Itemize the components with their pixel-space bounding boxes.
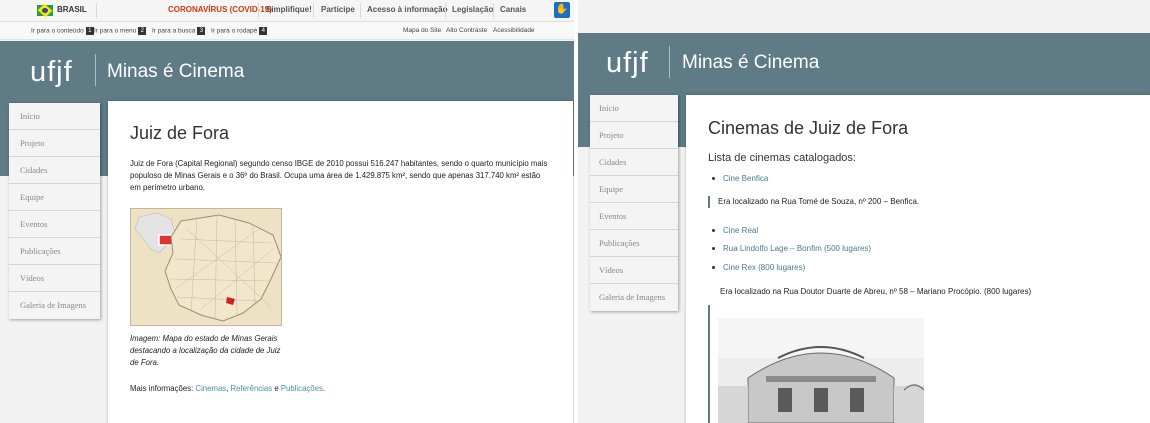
list-item[interactable]: Cine Real [712, 226, 758, 235]
right-screenshot: ufjf Minas é Cinema Início Projeto Cidad… [578, 0, 1150, 423]
cinema-photo [718, 318, 924, 423]
nav-item-publicacoes[interactable]: Publicações [590, 230, 678, 257]
ufjf-logo[interactable]: ufjf [606, 47, 649, 80]
page-subtitle: Lista de cinemas catalogados: [708, 152, 856, 164]
quote-border [708, 305, 710, 423]
page-title: Cinemas de Juiz de Fora [708, 118, 909, 138]
nav-item-videos[interactable]: Vídeos [9, 265, 100, 292]
accessibility-bar: Ir para o conteúdo 1 Ir para o menu 2 Ir p… [0, 22, 574, 40]
skip-menu-link[interactable]: Ir para o menu 2 [94, 27, 147, 35]
nav-item-eventos[interactable]: Eventos [590, 203, 678, 230]
ufjf-logo[interactable]: ufjf [30, 56, 73, 89]
nav-item-videos[interactable]: Vídeos [590, 257, 678, 284]
vlibras-icon[interactable]: ✋ [554, 2, 570, 18]
map-graphic [131, 209, 281, 325]
cinemas-link[interactable]: Cinemas [195, 384, 226, 393]
site-title[interactable]: Minas é Cinema [682, 52, 819, 74]
blockquote: Era localizado na Rua Tomé de Souza, nº … [708, 196, 919, 208]
participe-link[interactable]: Participe [321, 5, 355, 14]
nav-item-inicio[interactable]: Início [590, 95, 678, 122]
simplifique-link[interactable]: Simplifique! [266, 5, 312, 14]
list-item[interactable]: Cine Benfica [712, 174, 768, 183]
nav-item-equipe[interactable]: Equipe [590, 176, 678, 203]
publicacoes-link[interactable]: Publicações [281, 384, 323, 393]
site-title[interactable]: Minas é Cinema [107, 61, 244, 83]
nav-item-galeria[interactable]: Galeria de Imagens [590, 284, 678, 311]
nav-item-publicacoes[interactable]: Publicações [9, 238, 100, 265]
nav-item-cidades[interactable]: Cidades [9, 157, 100, 184]
more-info: Mais informações: Cinemas, Referências e… [130, 384, 326, 393]
nav-item-inicio[interactable]: Início [9, 103, 100, 130]
skip-content-link[interactable]: Ir para o conteúdo 1 [31, 27, 94, 35]
skip-footer-link[interactable]: Ir para o rodapé 4 [211, 27, 268, 35]
logo-divider [669, 46, 670, 78]
nav-item-projeto[interactable]: Projeto [590, 122, 678, 149]
map-caption: Imagem: Mapa do estado de Minas Gerais d… [130, 334, 281, 367]
high-contrast-link[interactable]: Alto Contraste [446, 27, 487, 34]
canais-link[interactable]: Canais [500, 5, 526, 14]
logo-divider [95, 54, 96, 86]
list-item[interactable]: Rua Lindolfo Lage – Bonfim (500 lugares) [712, 244, 871, 253]
referencias-link[interactable]: Referências [231, 384, 273, 393]
covid-link[interactable]: CORONAVÍRUS (COVID-19) [168, 5, 272, 14]
nav-item-galeria[interactable]: Galeria de Imagens [9, 292, 100, 319]
sidebar-nav: Início Projeto Cidades Equipe Eventos Pu… [590, 95, 678, 311]
skip-search-link[interactable]: Ir para a busca 3 [152, 27, 206, 35]
minas-gerais-map [130, 208, 282, 326]
accessibility-link[interactable]: Acessibilidade [493, 27, 535, 34]
cine-rex-description: Era localizado na Rua Doutor Duarte de A… [720, 287, 1032, 296]
acesso-informacao-link[interactable]: Acesso à informação [367, 5, 447, 14]
nav-item-eventos[interactable]: Eventos [9, 211, 100, 238]
brasil-link[interactable]: BRASIL [57, 5, 87, 14]
cinema-building-graphic [718, 318, 924, 423]
brazil-flag-icon[interactable] [37, 5, 53, 16]
nav-item-projeto[interactable]: Projeto [9, 130, 100, 157]
legislacao-link[interactable]: Legislação [452, 5, 493, 14]
list-item[interactable]: Cine Rex (800 lugares) [712, 263, 805, 272]
city-description: Juiz de Fora (Capital Regional) segundo … [130, 159, 548, 192]
left-screenshot: BRASIL CORONAVÍRUS (COVID-19) Simplifiqu… [0, 0, 574, 423]
sitemap-link[interactable]: Mapa do Site [403, 27, 441, 34]
sidebar-nav: Início Projeto Cidades Equipe Eventos Pu… [9, 103, 100, 319]
page-title: Juiz de Fora [130, 123, 230, 143]
nav-item-cidades[interactable]: Cidades [590, 149, 678, 176]
gov-bar: BRASIL CORONAVÍRUS (COVID-19) Simplifiqu… [0, 0, 574, 22]
nav-item-equipe[interactable]: Equipe [9, 184, 100, 211]
